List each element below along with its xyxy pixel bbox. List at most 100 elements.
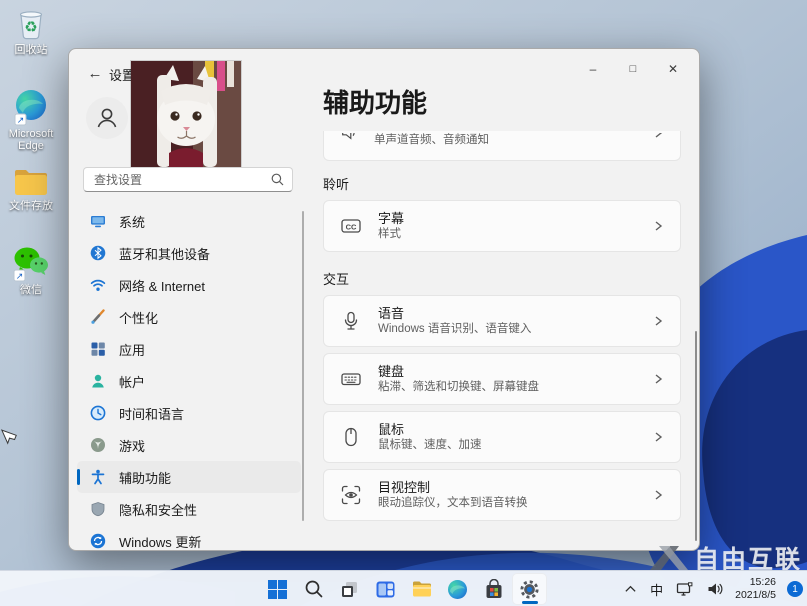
ime-indicator[interactable]: 中	[648, 575, 665, 603]
sidebar-item-label: Windows 更新	[119, 534, 202, 550]
settings-button[interactable]	[512, 573, 547, 605]
sidebar-item-accounts[interactable]: 帐户	[77, 365, 301, 397]
search-input[interactable]	[92, 171, 271, 188]
close-button[interactable]: ✕	[653, 55, 693, 83]
sidebar-scrollbar[interactable]	[302, 211, 304, 521]
page-title: 辅助功能	[323, 88, 428, 118]
svg-text:↗: ↗	[17, 115, 25, 125]
chevron-right-icon	[652, 133, 664, 142]
card-keyboard[interactable]: 键盘 粘滞、筛选和切换键、屏幕键盘	[323, 353, 681, 405]
section-header-interaction: 交互	[323, 272, 350, 287]
chevron-right-icon	[655, 316, 663, 326]
sidebar-item-label: 帐户	[119, 374, 146, 390]
taskbar-search-button[interactable]	[296, 573, 331, 605]
tray-chevron-up-icon[interactable]	[622, 575, 639, 603]
sidebar-item-accessibility[interactable]: 辅助功能	[77, 461, 301, 493]
sidebar-item-bluetooth[interactable]: 蓝牙和其他设备	[77, 237, 301, 269]
microphone-icon	[340, 310, 362, 332]
store-icon	[486, 578, 501, 598]
start-button[interactable]	[260, 573, 295, 605]
desktop-icon-folder[interactable]: 文件存放	[0, 166, 64, 212]
tray-clock[interactable]: 15:26 2021/8/5	[735, 576, 776, 602]
sidebar-item-network[interactable]: 网络 & Internet	[77, 269, 301, 301]
desktop-icon-label: 微信	[20, 284, 42, 296]
sidebar-item-system[interactable]: 系统	[77, 205, 301, 237]
chevron-right-icon	[655, 374, 663, 384]
desktop-icon-edge[interactable]: ↗ Microsoft Edge	[0, 88, 64, 152]
section-header-hearing: 聆听	[323, 177, 350, 192]
card-title: 鼠标	[378, 422, 405, 437]
desktop-icon-label: 文件存放	[9, 200, 53, 212]
card-eye-control[interactable]: 目视控制 眼动追踪仪，文本到语音转换	[323, 469, 681, 521]
desktop-icon-label: Microsoft Edge	[8, 128, 54, 152]
notification-badge[interactable]: 1	[787, 581, 803, 597]
card-subtitle: Windows 语音识别、语音键入	[378, 323, 532, 335]
widgets-button[interactable]	[368, 573, 403, 605]
card-mouse[interactable]: 鼠标 鼠标键、速度、加速	[323, 411, 681, 463]
active-app-indicator	[521, 601, 538, 604]
cc-captions-icon: CC	[340, 215, 362, 237]
settings-window: ← 设置 – □ ✕ 查找设置 系统 蓝牙和其他设备 网络 & Internet…	[68, 48, 700, 551]
sidebar-item-label: 应用	[119, 342, 146, 358]
card-speech[interactable]: 语音 Windows 语音识别、语音键入	[323, 295, 681, 347]
sidebar-item-label: 游戏	[119, 438, 146, 454]
wechat-icon: ↗	[13, 247, 48, 282]
volume-icon[interactable]	[705, 575, 726, 603]
content-scrollbar[interactable]	[695, 331, 697, 541]
sidebar-item-windows-update[interactable]: Windows 更新	[77, 525, 301, 550]
apps-icon	[90, 341, 106, 357]
maximize-button[interactable]: □	[613, 55, 653, 83]
store-button[interactable]	[476, 573, 511, 605]
task-view-button[interactable]	[332, 573, 367, 605]
search-icon	[271, 173, 284, 186]
sidebar-item-label: 隐私和安全性	[119, 502, 198, 518]
edge-button[interactable]	[440, 573, 475, 605]
card-subtitle: 眼动追踪仪，文本到语音转换	[378, 497, 528, 509]
edge-icon	[448, 579, 467, 599]
windows-start-icon	[268, 579, 287, 599]
sidebar-item-label: 蓝牙和其他设备	[119, 246, 211, 262]
sidebar-item-personalization[interactable]: 个性化	[77, 301, 301, 333]
widgets-icon	[376, 581, 395, 597]
network-icon[interactable]	[674, 575, 696, 603]
sidebar-item-privacy[interactable]: 隐私和安全性	[77, 493, 301, 525]
back-button[interactable]: ←	[83, 63, 107, 83]
tray-time: 15:26	[749, 576, 776, 588]
recycle-bin-icon: ♻	[19, 11, 43, 40]
tray-date: 2021/8/5	[735, 589, 776, 601]
folder-icon	[15, 170, 47, 195]
sidebar-nav: 系统 蓝牙和其他设备 网络 & Internet 个性化 应用 帐户 时间和语言…	[77, 205, 301, 550]
gaming-icon	[90, 437, 106, 453]
user-avatar-photo	[131, 61, 241, 167]
time-language-icon	[90, 405, 106, 421]
mouse-cursor	[0, 429, 17, 445]
sidebar-item-label: 时间和语言	[119, 406, 185, 422]
desktop-icon-recycle-bin[interactable]: ♻ 回收站	[0, 6, 64, 56]
file-explorer-icon	[412, 581, 431, 597]
chevron-right-icon	[655, 221, 663, 231]
accessibility-icon	[90, 469, 106, 485]
card-subtitle: 粘滞、筛选和切换键、屏幕键盘	[378, 381, 539, 393]
card-subtitle: 样式	[378, 228, 401, 240]
desktop-icon-wechat[interactable]: ↗ 微信	[0, 244, 64, 296]
card-subtitle: 鼠标键、速度、加速	[378, 439, 482, 451]
card-audio-clipped[interactable]: 单声道音频、音频通知	[323, 131, 681, 161]
sidebar-item-apps[interactable]: 应用	[77, 333, 301, 365]
accounts-icon	[90, 373, 106, 389]
minimize-button[interactable]: –	[573, 55, 613, 83]
avatar[interactable]	[86, 97, 128, 139]
privacy-shield-icon	[90, 501, 106, 517]
keyboard-icon	[340, 368, 362, 390]
search-icon	[305, 580, 322, 598]
sidebar-item-gaming[interactable]: 游戏	[77, 429, 301, 461]
sidebar-item-label: 辅助功能	[119, 470, 172, 486]
file-explorer-button[interactable]	[404, 573, 439, 605]
sidebar-item-label: 系统	[119, 214, 146, 230]
sidebar-item-label: 个性化	[119, 310, 159, 326]
sidebar-item-time-language[interactable]: 时间和语言	[77, 397, 301, 429]
search-box	[83, 167, 293, 192]
network-icon	[90, 277, 106, 293]
card-captions[interactable]: CC 字幕 样式	[323, 200, 681, 252]
svg-text:↗: ↗	[16, 271, 24, 281]
chevron-right-icon	[655, 490, 663, 500]
